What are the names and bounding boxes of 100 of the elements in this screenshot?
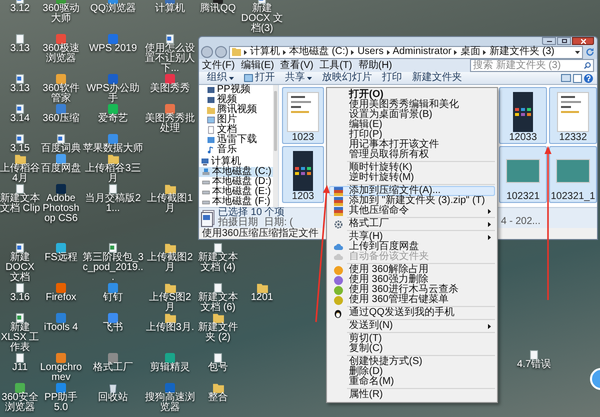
folder-icon[interactable] xyxy=(256,283,268,293)
menu-item[interactable]: 打开(O) xyxy=(329,90,495,100)
menu-item[interactable]: 管理员取得所有权 xyxy=(329,150,495,160)
page-icon[interactable] xyxy=(214,353,222,363)
chevron-right-icon[interactable] xyxy=(483,50,486,55)
page-icon[interactable] xyxy=(214,243,222,253)
page-icon[interactable] xyxy=(16,353,24,363)
search-icon[interactable] xyxy=(584,62,591,70)
image-thumbnail[interactable]: 1023 xyxy=(282,87,324,144)
menu-item[interactable]: 重命名(M) xyxy=(329,377,495,387)
menu-item[interactable]: 添加到 "新建文件夹 (3).zip" (T) xyxy=(329,196,495,206)
menu-item[interactable]: 打印(P) xyxy=(329,130,495,140)
page-icon[interactable] xyxy=(109,184,117,194)
menu-item[interactable]: 使用 360强力删除 xyxy=(329,275,495,285)
document-icon[interactable] xyxy=(16,74,24,84)
menu-item[interactable]: 使用 360解除占用 xyxy=(329,265,495,275)
toolbar-button[interactable]: 共享 xyxy=(281,72,316,84)
folder-icon[interactable] xyxy=(212,313,224,323)
back-button[interactable] xyxy=(201,46,213,58)
image-thumbnail[interactable]: 12332 xyxy=(549,87,597,144)
menu-item[interactable]: 共享(H) xyxy=(329,232,495,242)
menu-item[interactable]: 格式工厂 xyxy=(329,219,495,229)
image-thumbnail[interactable]: 1203 xyxy=(282,146,324,204)
menu-item[interactable]: 其他压缩命令 xyxy=(329,206,495,216)
menu-item[interactable]: 属性(R) xyxy=(329,390,495,400)
app-icon[interactable] xyxy=(108,353,118,363)
toolbar-button[interactable]: 打印 xyxy=(378,72,406,84)
spreadsheet-icon[interactable] xyxy=(109,243,117,253)
menu-item[interactable]: 用记事本打开该文件 xyxy=(329,140,495,150)
menu-bar-item[interactable]: 查看(V) xyxy=(277,60,316,71)
toolbar-button[interactable]: 新建文件夹 xyxy=(408,72,466,84)
chevron-right-icon[interactable] xyxy=(386,50,390,55)
image-thumbnail[interactable]: 12033 xyxy=(499,87,547,144)
folder-icon[interactable] xyxy=(212,383,224,393)
menu-bar-item[interactable]: 工具(T) xyxy=(316,60,356,71)
maximize-button[interactable] xyxy=(557,37,571,45)
document-icon[interactable] xyxy=(57,134,65,144)
view-options-icon[interactable] xyxy=(561,74,571,82)
page-icon[interactable] xyxy=(214,283,222,293)
folder-icon[interactable] xyxy=(14,154,26,164)
recycle-bin-icon[interactable] xyxy=(109,383,117,393)
minimize-button[interactable] xyxy=(542,37,556,45)
toolbar-button[interactable]: 打开 xyxy=(240,72,279,84)
folder-icon[interactable] xyxy=(164,184,176,194)
dropdown-caret-icon[interactable] xyxy=(575,50,580,54)
scrollbar[interactable] xyxy=(273,85,278,208)
menu-item[interactable]: 复制(C) xyxy=(329,344,495,354)
menu-item[interactable]: 顺时针旋转(K) xyxy=(329,163,495,173)
chevron-right-icon[interactable] xyxy=(454,50,458,55)
chevron-right-icon[interactable] xyxy=(351,50,354,55)
document-icon[interactable] xyxy=(16,134,24,144)
folder-icon[interactable] xyxy=(164,243,176,253)
close-button[interactable] xyxy=(572,37,594,45)
menu-item[interactable]: 发送到(N) xyxy=(329,321,495,331)
menu-item[interactable]: 使用 360进行木马云查杀 xyxy=(329,285,495,295)
page-icon[interactable] xyxy=(16,283,24,293)
forward-button[interactable] xyxy=(215,46,227,58)
document-icon[interactable] xyxy=(16,243,24,253)
breadcrumb[interactable]: 本地磁盘 (C:) xyxy=(289,47,348,58)
menu-item[interactable]: 删除(D) xyxy=(329,367,495,377)
toolbar-button[interactable]: 放映幻灯片 xyxy=(318,72,376,84)
menu-bar-item[interactable]: 文件(F) xyxy=(199,60,238,71)
app-icon[interactable] xyxy=(165,383,175,393)
menu-item[interactable]: 剪切(T) xyxy=(329,334,495,344)
menu-item[interactable]: 使用美图秀秀编辑和美化 xyxy=(329,100,495,110)
chevron-right-icon[interactable] xyxy=(244,50,247,55)
toolbar-button[interactable]: 组织 xyxy=(203,72,238,84)
breadcrumb[interactable]: Administrator xyxy=(392,47,452,58)
page-icon[interactable] xyxy=(16,184,24,194)
address-bar[interactable]: 计算机 本地磁盘 (C:) Users Administrator 桌面 新建文件夹 (3) xyxy=(229,46,583,59)
folder-icon[interactable] xyxy=(164,313,176,323)
menu-item[interactable]: 逆时针旋转(M) xyxy=(329,173,495,183)
sidebar-item[interactable]: 本地磁盘 (F:) xyxy=(199,197,273,208)
breadcrumb[interactable]: 桌面 xyxy=(460,47,480,58)
sidebar-item[interactable]: 音乐 xyxy=(199,145,273,156)
breadcrumb[interactable]: 计算机 xyxy=(250,47,280,58)
menu-item[interactable]: 添加到压缩文件(A)... xyxy=(329,186,495,196)
image-thumbnail[interactable]: 102321 xyxy=(499,146,547,204)
menu-bar-item[interactable]: 帮助(H) xyxy=(355,60,396,71)
preview-pane-icon[interactable] xyxy=(573,74,582,83)
breadcrumb[interactable]: Users xyxy=(357,47,384,58)
chevron-right-icon[interactable] xyxy=(283,50,286,55)
menu-item[interactable]: 创建快捷方式(S) xyxy=(329,357,495,367)
penguin-icon xyxy=(334,308,342,318)
folder-icon[interactable] xyxy=(164,283,176,293)
menu-item[interactable]: 上传到百度网盘 xyxy=(329,242,495,252)
document-icon[interactable] xyxy=(166,34,174,44)
menu-item[interactable]: 通过QQ发送到我的手机 xyxy=(329,308,495,318)
help-icon[interactable] xyxy=(584,74,593,83)
menu-item[interactable]: 编辑(E) xyxy=(329,120,495,130)
page-icon[interactable] xyxy=(16,34,24,44)
menu-bar-item[interactable]: 编辑(E) xyxy=(238,60,278,71)
spreadsheet-icon[interactable] xyxy=(16,313,24,323)
menu-item[interactable]: 设置为桌面背景(B) xyxy=(329,110,495,120)
document-icon[interactable] xyxy=(16,104,24,114)
folder-icon[interactable] xyxy=(108,154,118,164)
breadcrumb[interactable]: 新建文件夹 (3) xyxy=(489,47,554,58)
page-icon[interactable] xyxy=(530,350,538,360)
menu-item[interactable]: 使用 360管理右键菜单 xyxy=(329,295,495,305)
image-thumbnail[interactable]: 102321_1 xyxy=(549,146,597,204)
